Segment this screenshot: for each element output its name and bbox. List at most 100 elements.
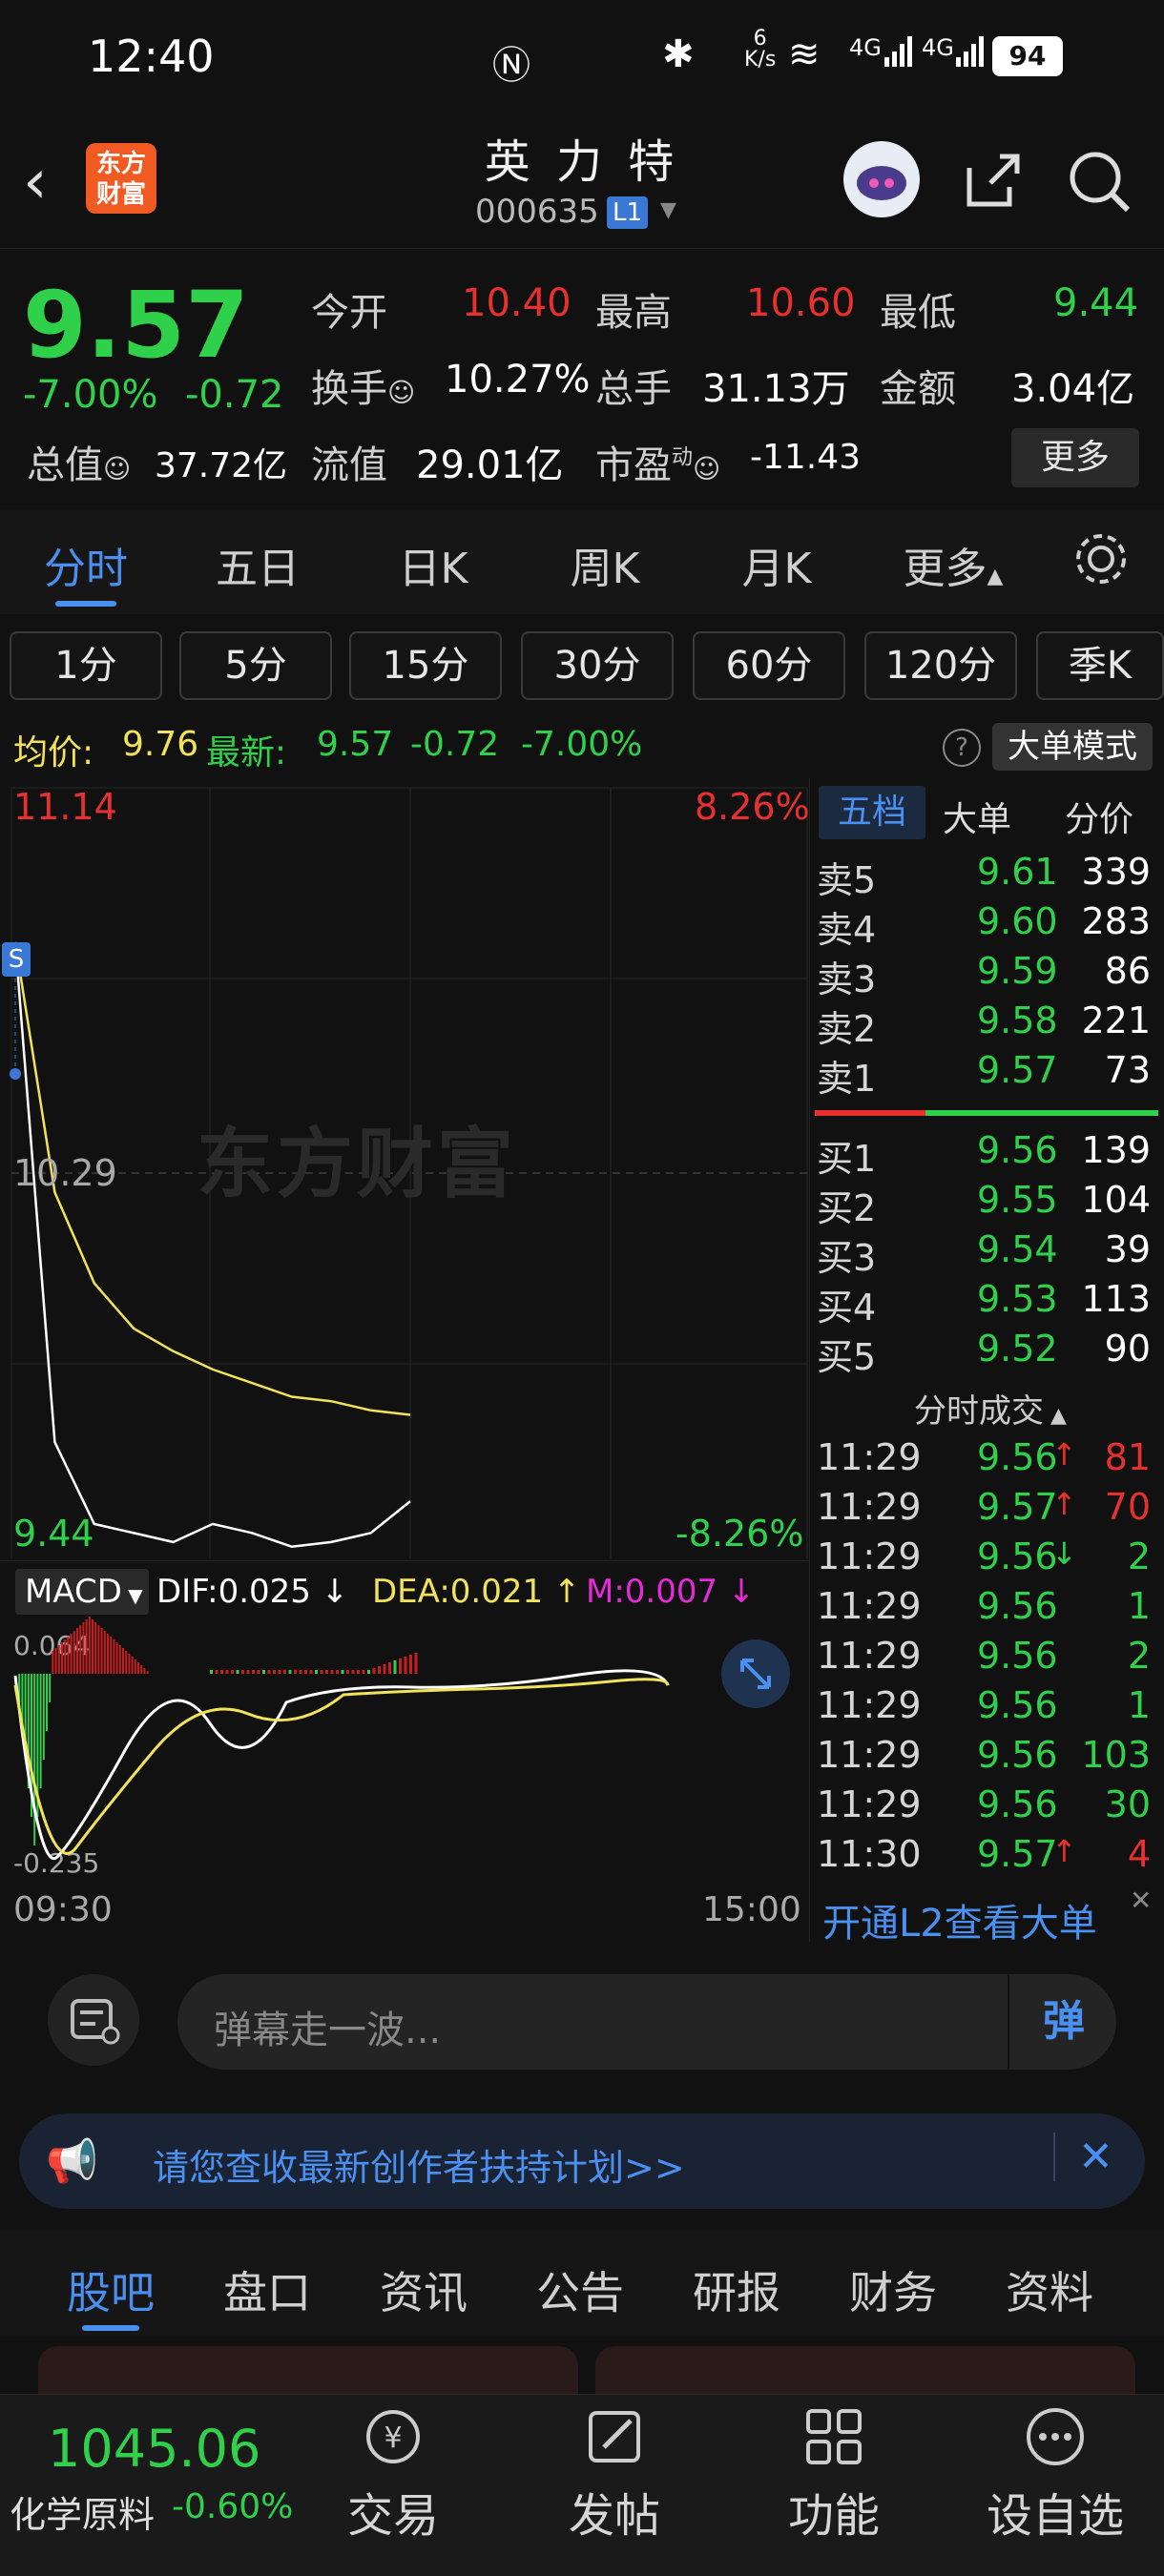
signal-2: 4G [922,34,954,61]
tab-pankou[interactable]: 盘口 [210,2258,324,2321]
expand-icon[interactable] [721,1639,790,1708]
chevron-down-icon[interactable]: ▼ [660,198,676,222]
ask-row: 卖4 9.60 283 [813,900,1164,951]
macd-bar [294,1670,297,1674]
tab-more[interactable]: 更多▲ [901,534,1006,595]
tab-research[interactable]: 研报 [679,2258,794,2321]
trade-price: 9.56 [977,1635,1058,1677]
tab-news[interactable]: 资讯 [366,2258,481,2321]
nav-trade[interactable]: ¥ 交易 [298,2403,488,2545]
trade-time: 11:30 [817,1833,922,1875]
side-tab-big-orders[interactable]: 大单 [943,792,1011,841]
intraday-chart-area[interactable]: 东方财富 11.14 8.26% 10.29 9.44 -8.26% S [0,778,810,1558]
macd-chart [13,1617,670,1861]
tab-weekly-k[interactable]: 周K [548,534,662,595]
edit-icon [589,2411,640,2463]
danmaku-input[interactable]: 弹幕走一波... 弹 [177,1974,1116,2070]
bid-ask-bar-red [815,1110,925,1116]
stock-code: 000635 [475,193,599,231]
danmaku-placeholder: 弹幕走一波... [214,2009,442,2052]
trades-header[interactable]: 分时成交 ▲ [914,1385,1067,1432]
macd-bar [110,1637,113,1674]
side-tab-price-dist[interactable]: 分价 [1065,792,1133,841]
macd-bar [231,1670,234,1674]
robot-avatar-icon[interactable] [843,141,920,217]
l2-link[interactable]: 开通L2查看大单 [822,1892,1097,1947]
tab-monthly-k[interactable]: 月K [719,534,834,595]
search-icon[interactable] [1067,149,1133,216]
change-pct: -7.00% [23,373,158,417]
interval-60min[interactable]: 60分 [693,631,845,700]
interval-30min[interactable]: 30分 [521,631,674,700]
tab-5day[interactable]: 五日 [200,534,315,595]
macd-bar [362,1670,365,1674]
chart-top-price: 11.14 [13,786,117,828]
tab-announcements[interactable]: 公告 [523,2258,637,2321]
close-icon[interactable]: ✕ [1130,1885,1152,1916]
index-value[interactable]: 1045.06 [48,2419,260,2479]
order-volume: 73 [1104,1049,1151,1091]
close-banner-icon[interactable]: ✕ [1053,2133,1113,2181]
big-order-mode-button[interactable]: 大单模式 [992,723,1153,771]
nav-functions[interactable]: 功能 [738,2403,929,2545]
macd-bar [393,1660,397,1674]
macd-bar [372,1668,376,1674]
nav-add-watchlist[interactable]: 设自选 [960,2403,1151,2545]
order-price: 9.56 [977,1129,1058,1171]
ask-row: 卖3 9.59 86 [813,950,1164,1000]
share-icon[interactable] [962,149,1025,212]
time-end: 15:00 [702,1890,801,1929]
turnover-label: 换手☺ [311,367,416,411]
order-price: 9.55 [977,1179,1058,1221]
banner-text[interactable]: 请您查收最新创作者扶持计划>> [153,2138,685,2191]
announcement-banner[interactable]: 📢 请您查收最新创作者扶持计划>> ✕ [19,2113,1145,2209]
macd-bar [220,1670,223,1674]
info-icon: ☺ [387,377,416,408]
watermark: 东方财富 [197,1120,517,1208]
order-level: 买5 [817,1336,877,1378]
interval-5min[interactable]: 5分 [179,631,332,700]
interval-1min[interactable]: 1分 [10,631,162,700]
order-volume: 339 [1081,851,1151,893]
trade-time: 11:29 [817,1535,922,1577]
amount-label: 金额 [880,367,956,411]
bid-row: 买5 9.52 90 [813,1328,1164,1378]
side-tab-level5[interactable]: 五档 [819,786,925,839]
tab-indicator [82,2325,139,2331]
level-badge[interactable]: L1 [607,196,649,229]
tab-finance[interactable]: 财务 [836,2258,950,2321]
tab-daily-k[interactable]: 日K [376,534,490,595]
interval-15min[interactable]: 15分 [349,631,502,700]
s-marker[interactable]: S [2,942,31,977]
tab-intraday[interactable]: 分时 [29,534,143,595]
tab-guba[interactable]: 股吧 [53,2258,168,2321]
float-label: 流值 [311,443,387,487]
more-button[interactable]: 更多 [1011,428,1139,487]
high-value: 10.60 [746,281,856,325]
macd-bar [357,1670,360,1674]
macd-bar [273,1670,276,1674]
trade-row: 11:29 9.56 2 [813,1635,1164,1684]
order-volume: 39 [1104,1228,1151,1270]
interval-quarter-k[interactable]: 季K [1036,631,1164,700]
info-icon: ☺ [103,453,132,484]
macd-bar [61,1642,63,1674]
macd-bar [414,1653,418,1674]
macd-bar [100,1628,103,1674]
danmaku-settings-icon[interactable] [48,1974,139,2066]
macd-bar [103,1631,106,1674]
nav-post[interactable]: 发帖 [519,2403,710,2545]
interval-120min[interactable]: 120分 [864,631,1017,700]
macd-bar [79,1625,82,1674]
help-icon[interactable]: ? [943,729,981,767]
tab-profile[interactable]: 资料 [992,2258,1107,2321]
ask-row: 卖1 9.57 73 [813,1049,1164,1100]
macd-bar [42,1674,45,1760]
stock-header: ‹ 东方 财富 英 力 特 000635 L1 ▼ [0,114,1164,248]
macd-bar [73,1631,75,1674]
trade-row: 11:29 9.57 ↑ 70 [813,1486,1164,1535]
danmaku-send-button[interactable]: 弹 [1008,1974,1118,2070]
macd-bar [246,1670,250,1674]
trade-time: 11:29 [817,1783,922,1825]
settings-icon[interactable] [1072,530,1130,587]
